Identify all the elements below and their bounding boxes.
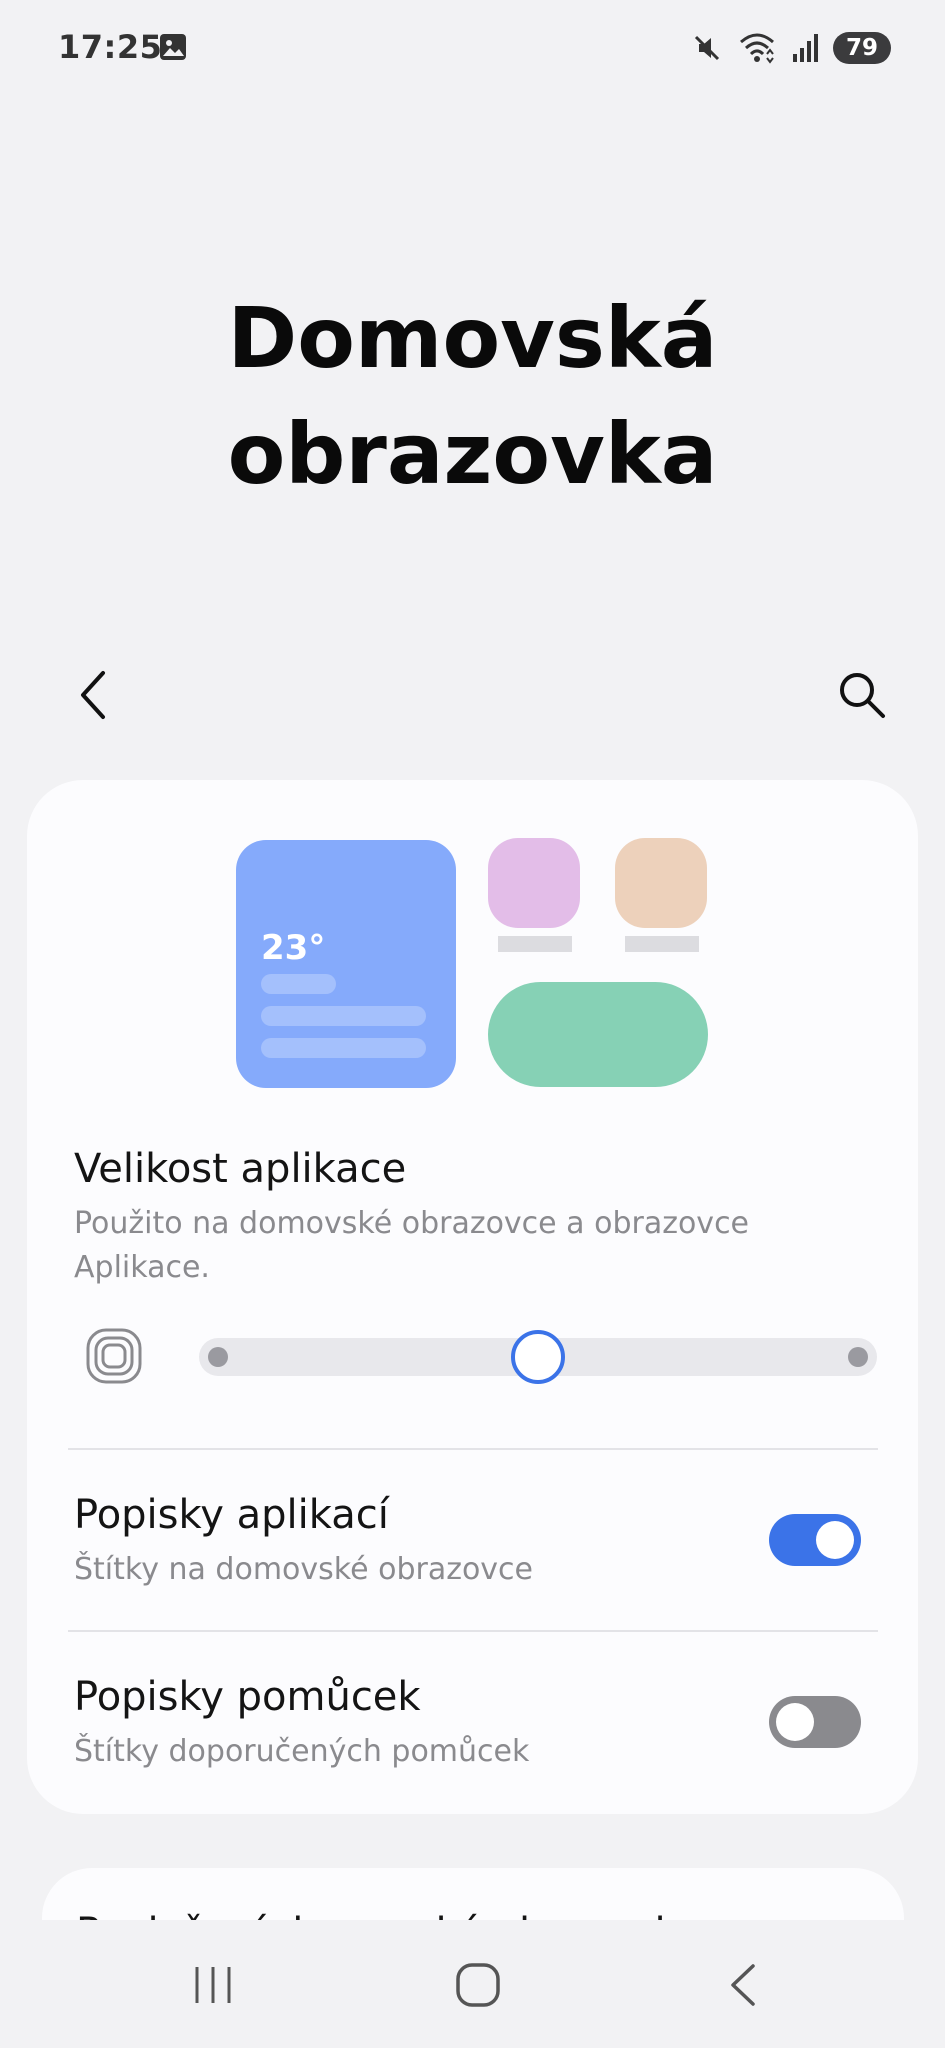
settings-card: 23° Velikost aplikace Použito na domovsk… <box>27 780 918 1814</box>
back-nav-button[interactable] <box>703 1950 783 2020</box>
app-size-subtitle: Použito na domovské obrazovce a obrazovc… <box>74 1202 834 1290</box>
status-time: 17:25 <box>58 28 163 66</box>
settings-screen: 17:25 79 Domovská obrazovka 23° Velikost… <box>0 0 945 2048</box>
widget-line <box>261 1038 426 1058</box>
status-icons: 79 <box>691 28 891 68</box>
app-size-title: Velikost aplikace <box>74 1146 407 1192</box>
pill-widget-preview <box>488 982 708 1087</box>
divider <box>68 1448 878 1450</box>
app-label-preview <box>498 936 572 952</box>
page-title-line2: obrazovka <box>227 405 718 503</box>
mute-icon <box>694 35 720 61</box>
app-labels-title: Popisky aplikací <box>74 1492 389 1538</box>
toggle-knob <box>776 1703 814 1741</box>
app-icon-preview <box>488 838 580 928</box>
slider-max-dot <box>848 1347 868 1367</box>
slider-thumb[interactable] <box>511 1330 565 1384</box>
weather-widget-preview: 23° <box>236 840 456 1088</box>
home-button[interactable] <box>438 1950 518 2020</box>
app-size-subtitle-line2: Aplikace. <box>74 1250 210 1285</box>
app-size-icon <box>86 1328 142 1384</box>
recent-apps-icon <box>195 1967 231 2003</box>
gallery-icon <box>160 34 186 60</box>
page-title-line1: Domovská <box>227 289 718 387</box>
widget-line <box>261 1006 426 1026</box>
widget-labels-subtitle: Štítky doporučených pomůcek <box>74 1734 530 1769</box>
app-icon-preview <box>615 838 707 928</box>
battery-indicator: 79 <box>833 32 891 64</box>
divider <box>68 1630 878 1632</box>
slider-min-dot <box>208 1347 228 1367</box>
back-button[interactable] <box>58 660 128 730</box>
page-title: Domovská obrazovka <box>0 280 945 512</box>
widget-temperature: 23° <box>261 928 326 968</box>
widget-labels-toggle[interactable] <box>769 1696 861 1748</box>
search-icon <box>840 673 885 718</box>
recent-apps-button[interactable] <box>173 1950 253 2020</box>
home-icon <box>456 1963 500 2007</box>
app-labels-toggle[interactable] <box>769 1514 861 1566</box>
app-size-slider[interactable] <box>199 1330 877 1384</box>
home-screen-preview: 23° <box>27 780 918 1110</box>
search-button[interactable] <box>827 660 897 730</box>
toggle-knob <box>816 1521 854 1559</box>
status-bar: 17:25 79 <box>0 0 945 96</box>
chevron-left-icon <box>81 671 105 719</box>
app-size-subtitle-line1: Použito na domovské obrazovce a obrazovc… <box>74 1206 750 1241</box>
signal-icon <box>793 34 818 62</box>
app-label-preview <box>625 936 699 952</box>
app-labels-subtitle: Štítky na domovské obrazovce <box>74 1552 534 1587</box>
back-nav-icon <box>731 1964 755 2006</box>
widget-line <box>261 974 336 994</box>
widget-labels-title: Popisky pomůcek <box>74 1674 421 1720</box>
wifi-icon <box>740 33 774 64</box>
navigation-bar <box>0 1920 945 2048</box>
